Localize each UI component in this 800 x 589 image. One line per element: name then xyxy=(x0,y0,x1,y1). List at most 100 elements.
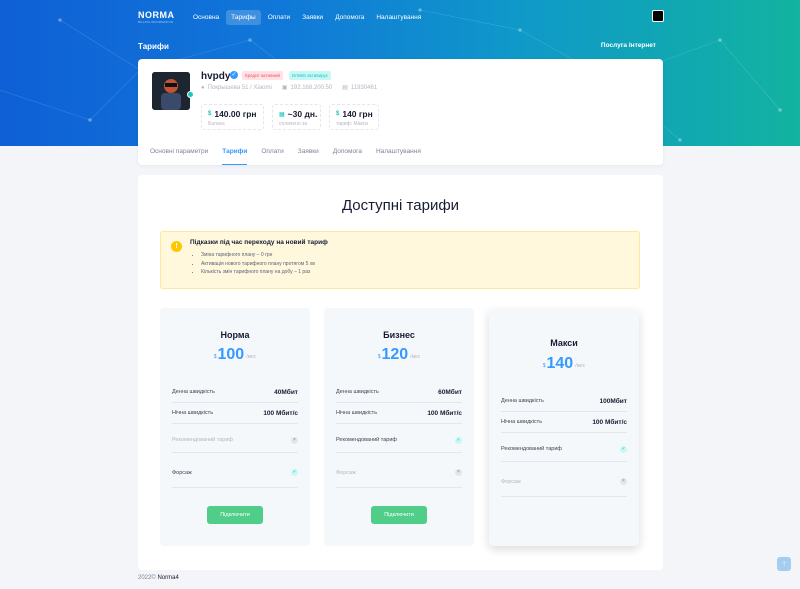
plan-price: $ 100 /мес xyxy=(160,346,310,364)
nav-item-main[interactable]: Основна xyxy=(188,10,224,25)
feature-row: Форсаж ✓ xyxy=(172,458,298,488)
verified-icon: ✓ xyxy=(230,71,238,79)
logo-text: NORMA xyxy=(138,10,175,20)
cross-icon: × xyxy=(455,469,462,476)
nav-item-payments[interactable]: Оплати xyxy=(263,10,295,25)
plan-card-norma: Норма $ 100 /мес Денна швидкість 40Мбит … xyxy=(160,308,310,546)
feature-value: 100 Мбит/с xyxy=(263,409,298,417)
plan-price: $ 120 /мес xyxy=(324,346,474,364)
feature-label: Денна швидкість xyxy=(172,389,215,395)
section-title: Доступні тарифи xyxy=(341,197,460,214)
feature-label: Нічна швидкість xyxy=(172,410,214,416)
price-value: 120 xyxy=(381,346,409,363)
tariffs-section: Доступні тарифи ! Підказки під час перех… xyxy=(138,175,663,570)
arrow-up-icon: ↑ xyxy=(782,559,786,568)
plan-name: Норма xyxy=(220,330,250,340)
tariff-stat: $140 грн тариф: Макси xyxy=(329,104,379,130)
tab-requests[interactable]: Заявки xyxy=(298,144,319,165)
tab-tariffs[interactable]: Тарифи xyxy=(222,144,248,165)
feature-value: 100Мбит xyxy=(599,397,627,405)
price-currency: $ xyxy=(542,363,546,369)
feature-row: Рекомендований тариф ✓ xyxy=(501,437,627,462)
dollar-icon: $ xyxy=(208,111,212,117)
profile-name: hvpdy xyxy=(201,71,231,82)
feature-row: Денна швидкість 100Мбит xyxy=(501,391,627,412)
logo-subtext: BILLING INFORMATION xyxy=(138,20,174,24)
device-icon: ▣ xyxy=(281,85,288,91)
button-label: Підключити xyxy=(220,512,250,518)
tips-alert: ! Підказки під час переходу на новий тар… xyxy=(160,231,640,289)
feature-row: Денна швидкість 60Мбит xyxy=(336,382,462,403)
nav-item-settings[interactable]: Налаштування xyxy=(371,10,426,25)
scroll-top-button[interactable]: ↑ xyxy=(777,557,791,571)
credit-badge: Кредит активний xyxy=(242,71,283,80)
alert-item: Активація нового тарифного плану протяго… xyxy=(201,260,315,269)
check-icon: ✓ xyxy=(455,436,462,444)
address-text: Покрышева 51 / Xiaomi xyxy=(207,84,272,91)
tab-settings[interactable]: Налаштування xyxy=(376,144,421,165)
top-nav: Основна Тарифы Оплати Заявки Допомога На… xyxy=(188,9,426,25)
price-period: /мес xyxy=(410,354,421,360)
nav-item-tariffs[interactable]: Тарифы xyxy=(226,9,261,25)
alert-item: Зміна тарифного плану – 0 грн xyxy=(201,251,315,260)
alert-list: Зміна тарифного плану – 0 грн Активація … xyxy=(201,251,315,277)
feature-row: Денна швидкість 40Мбит xyxy=(172,382,298,403)
feature-row: Нічна швидкість 100 Мбит/с xyxy=(501,412,627,433)
warning-icon: ! xyxy=(171,241,182,252)
plan-name: Бизнес xyxy=(383,330,415,340)
profile-photo xyxy=(152,72,190,110)
nav-item-requests[interactable]: Заявки xyxy=(297,10,328,25)
profile-card: hvpdy ✓ Кредит активний DrWeb активирус … xyxy=(138,59,663,165)
dollar-icon: $ xyxy=(336,111,340,117)
profile-photo-image xyxy=(152,72,190,110)
price-period: /мес xyxy=(246,354,257,360)
tab-help[interactable]: Допомога xyxy=(333,144,362,165)
button-label: Підключити xyxy=(384,512,414,518)
account-id-text: 11930461 xyxy=(350,84,378,91)
feature-label: Рекомендований тариф xyxy=(336,437,397,443)
feature-label: Форсаж xyxy=(501,478,521,485)
page-title: Тарифи xyxy=(138,42,169,51)
account-item: ▤ 11930461 xyxy=(342,84,378,92)
connect-button[interactable]: Підключити xyxy=(207,506,263,524)
profile-tabs: Основні параметри Тарифи Оплати Заявки Д… xyxy=(150,144,421,165)
footer-year: 2022© xyxy=(138,575,156,581)
user-avatar-menu[interactable] xyxy=(652,10,664,22)
balance-stat: $140.00 грн Баланс xyxy=(201,104,264,130)
connect-button[interactable]: Підключити xyxy=(371,506,427,524)
plan-name: Макси xyxy=(550,338,578,348)
price-value: 100 xyxy=(217,346,245,363)
cross-icon: × xyxy=(620,478,627,485)
logo[interactable]: NORMA BILLING INFORMATION xyxy=(138,10,178,24)
tariff-value: 140 грн xyxy=(342,109,373,119)
tab-payments[interactable]: Оплати xyxy=(261,144,283,165)
balance-value: 140.00 грн xyxy=(214,109,257,119)
feature-label: Форсаж xyxy=(172,469,192,476)
price-period: /мес xyxy=(575,363,586,369)
feature-value: 100 Мбит/с xyxy=(427,409,462,417)
paid-period-value: ~30 дн. xyxy=(287,109,318,119)
paid-period-stat: ▦ ~30 дн. сплачено за xyxy=(272,104,321,130)
feature-row: Рекомендований тариф × xyxy=(172,428,298,453)
topbar: NORMA BILLING INFORMATION Основна Тарифы… xyxy=(138,8,664,26)
address-item: ● Покрышева 51 / Xiaomi xyxy=(201,84,272,91)
plan-price: $ 140 /мес xyxy=(489,355,639,373)
balance-label: Баланс xyxy=(208,121,226,127)
feature-label: Рекомендований тариф xyxy=(172,437,233,443)
location-pin-icon: ● xyxy=(201,84,205,91)
profile-meta: ● Покрышева 51 / Xiaomi ▣ 192.168.200.50 ▤… xyxy=(201,84,378,92)
calendar-icon: ▦ xyxy=(279,111,285,118)
feature-label: Рекомендований тариф xyxy=(501,446,562,452)
tariff-label: тариф: Макси xyxy=(336,121,369,127)
ip-item: ▣ 192.168.200.50 xyxy=(281,84,332,92)
nav-item-help[interactable]: Допомога xyxy=(330,10,369,25)
price-value: 140 xyxy=(546,355,574,372)
service-link[interactable]: Послуга Інтернет xyxy=(601,42,656,49)
plan-card-biznes: Бизнес $ 120 /мес Денна швидкість 60Мбит… xyxy=(324,308,474,546)
cross-icon: × xyxy=(291,436,298,444)
alert-title: Підказки під час переходу на новий тариф xyxy=(190,239,328,246)
tab-main-params[interactable]: Основні параметри xyxy=(150,144,208,165)
online-status-dot xyxy=(187,91,194,98)
footer-brand[interactable]: Norma4 xyxy=(157,575,178,581)
feature-label: Нічна швидкість xyxy=(501,419,543,425)
